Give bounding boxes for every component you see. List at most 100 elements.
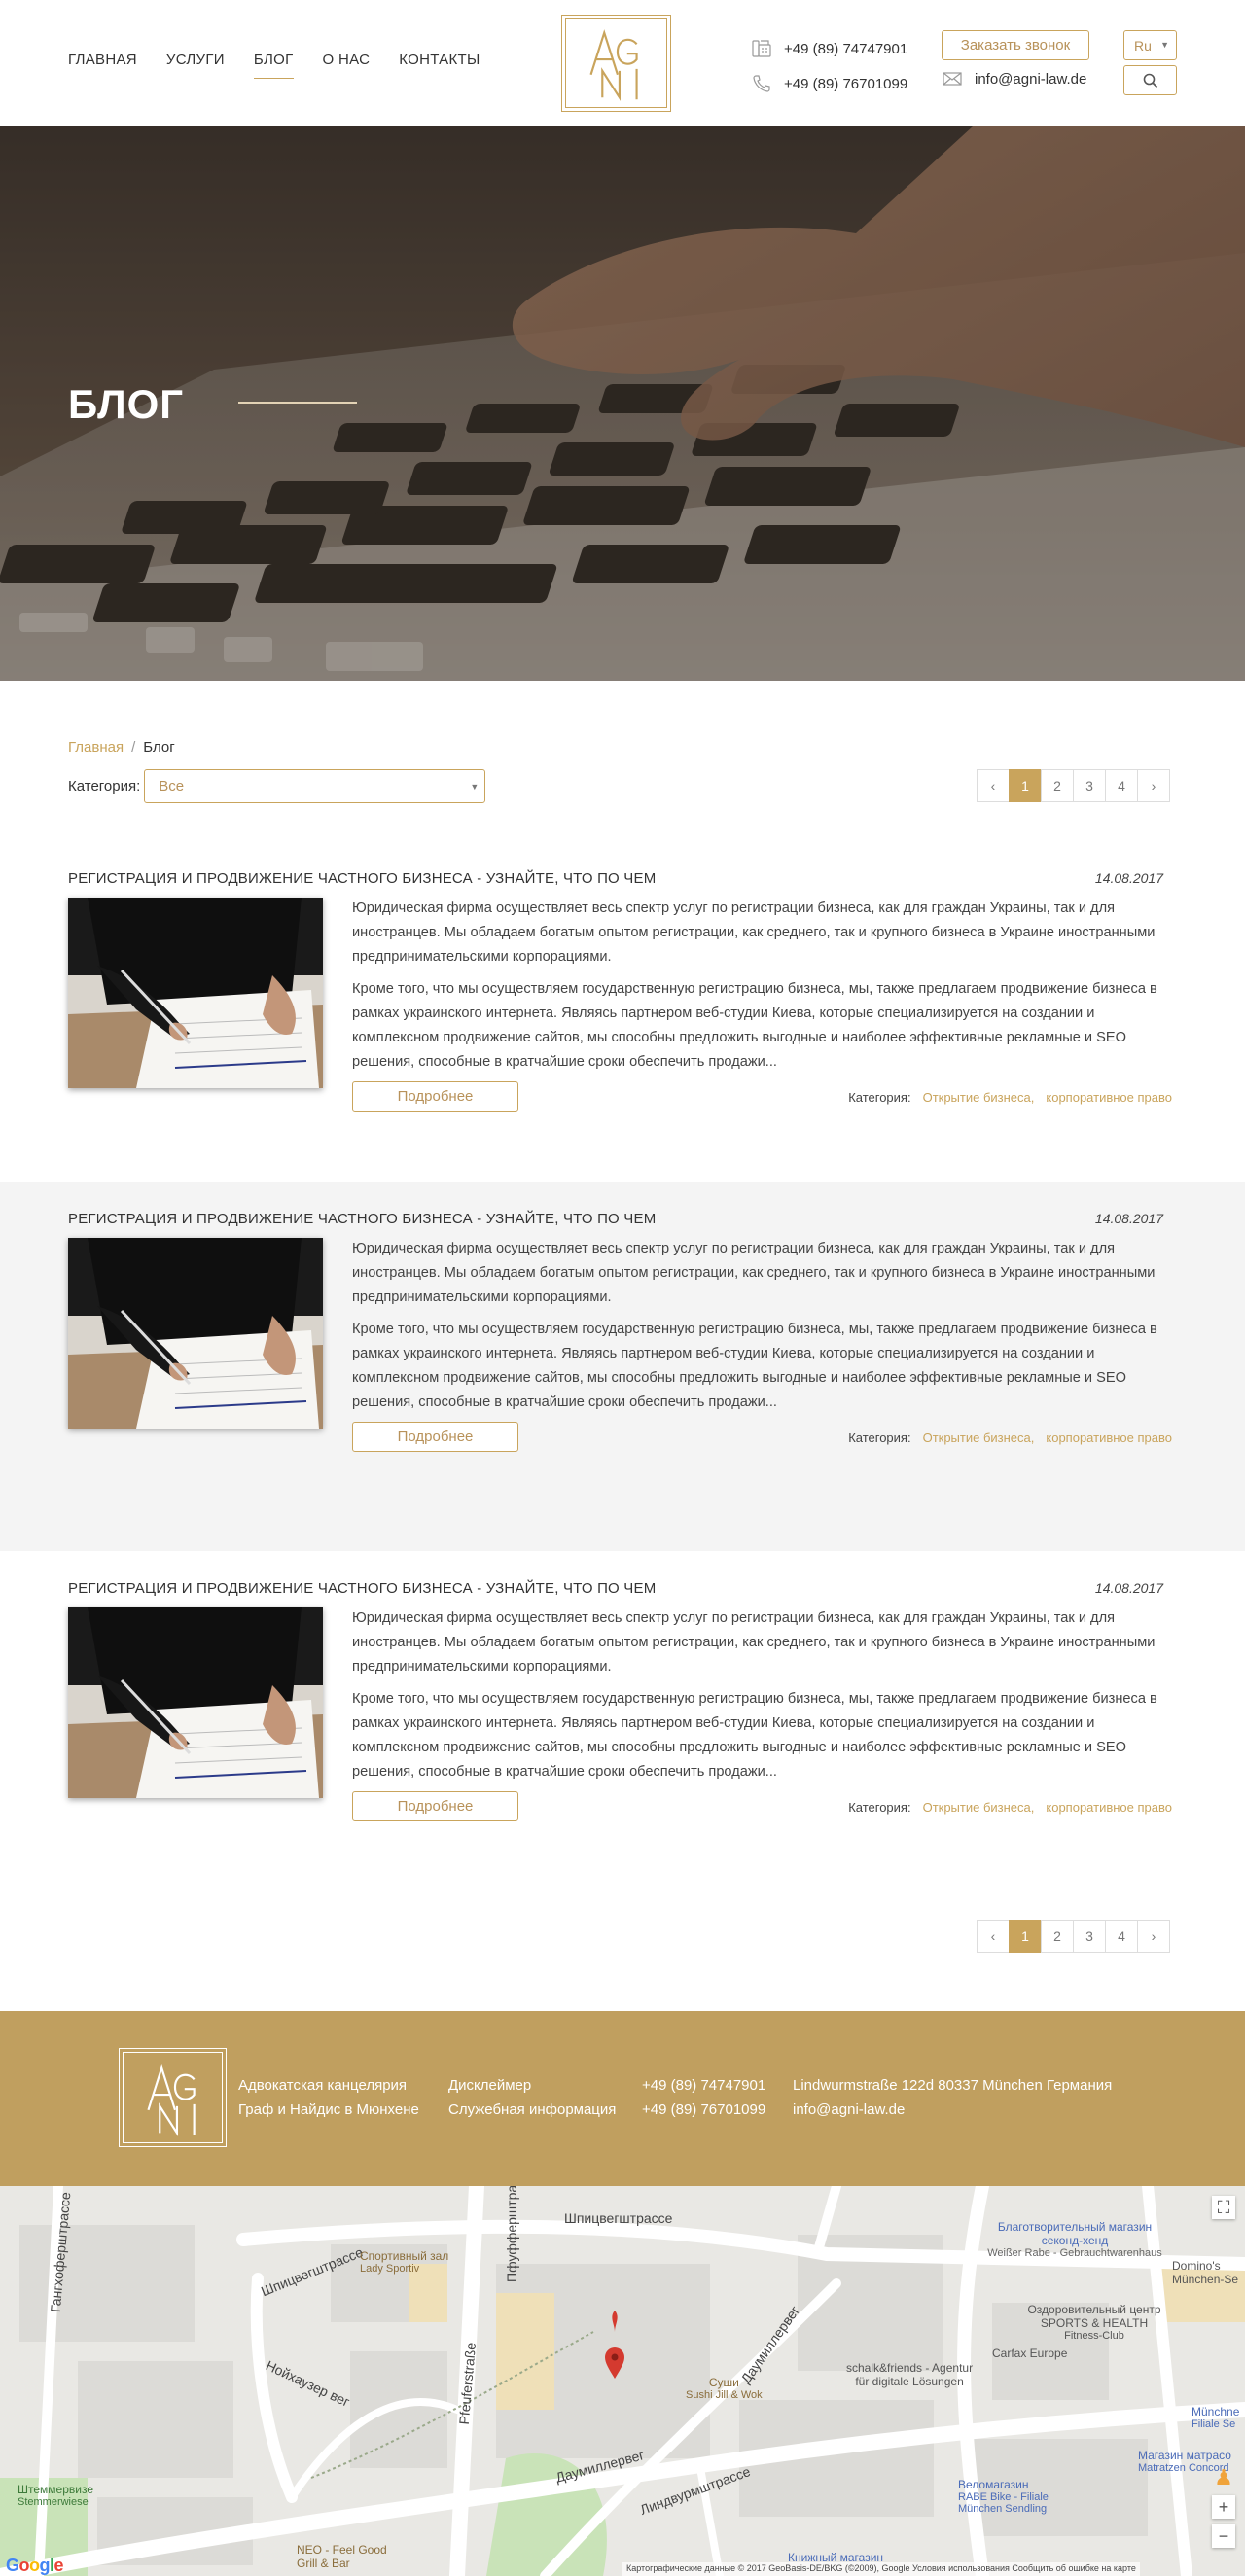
map-place[interactable]: Штеммервизе Stemmerwiese (18, 2483, 93, 2508)
read-more-button[interactable]: Подробнее (352, 1081, 518, 1112)
nav-about[interactable]: О НАС (323, 52, 371, 79)
map-place[interactable]: Веломагазин RABE Bike - Filiale München S… (958, 2478, 1075, 2515)
post-title[interactable]: РЕГИСТРАЦИЯ И ПРОДВИЖЕНИЕ ЧАСТНОГО БИЗНЕ… (68, 1211, 656, 1227)
pagination-top: ‹ 1 2 3 4 › (977, 769, 1170, 802)
footer-links: Дисклеймер Служебная информация (448, 2073, 616, 2122)
blog-post: РЕГИСТРАЦИЯ И ПРОДВИЖЕНИЕ ЧАСТНОГО БИЗНЕ… (0, 841, 1245, 1211)
nav-services[interactable]: УСЛУГИ (166, 52, 225, 79)
pagination-page-1[interactable]: 1 (1009, 1920, 1042, 1953)
phone-icon (753, 75, 770, 92)
nav-home[interactable]: ГЛАВНАЯ (68, 52, 137, 79)
post-category-link[interactable]: корпоративное право (1046, 1430, 1172, 1445)
footer-disclaimer-link[interactable]: Дисклеймер (448, 2073, 616, 2098)
map-place-subname: Stemmerwiese (18, 2496, 89, 2508)
zoom-out-button[interactable]: − (1212, 2524, 1235, 2548)
post-category-link[interactable]: Открытие бизнеса, (923, 1090, 1035, 1105)
post-date: 14.08.2017 (1094, 1580, 1163, 1596)
post-category-link[interactable]: корпоративное право (1046, 1800, 1172, 1815)
post-image[interactable] (68, 1238, 323, 1429)
map-place-name: Carfax Europe (992, 2347, 1068, 2360)
map-place[interactable]: NEO - Feel Good Grill & Bar (297, 2543, 387, 2570)
post-title[interactable]: РЕГИСТРАЦИЯ И ПРОДВИЖЕНИЕ ЧАСТНОГО БИЗНЕ… (68, 870, 656, 887)
header-email: info@agni-law.de (942, 68, 1086, 89)
breadcrumb: Главная / Блог (68, 739, 175, 756)
footer-service-info-link[interactable]: Служебная информация (448, 2098, 616, 2122)
street-view-icon[interactable]: ♟ (1212, 2465, 1235, 2489)
post-category-link[interactable]: Открытие бизнеса, (923, 1430, 1035, 1445)
post-categories: Категория: Открытие бизнеса, корпоративн… (848, 1800, 1172, 1815)
order-call-button[interactable]: Заказать звонок (942, 30, 1089, 60)
category-select[interactable]: Все ▼ (144, 769, 486, 803)
laptop-keyboard-image (0, 126, 1245, 681)
language-select[interactable]: Ru ▼ (1123, 30, 1177, 60)
nav-blog[interactable]: БЛОГ (253, 52, 294, 79)
pagination-next[interactable]: › (1137, 769, 1170, 802)
pagination-page-4[interactable]: 4 (1105, 769, 1138, 802)
pagination-next[interactable]: › (1137, 1920, 1170, 1953)
post-categories: Категория: Открытие бизнеса, корпоративн… (848, 1430, 1172, 1445)
post-paragraph: Юридическая фирма осуществляет весь спек… (352, 1241, 1156, 1305)
map-place[interactable]: Domino's München-Se (1172, 2259, 1238, 2286)
pagination-page-1[interactable]: 1 (1009, 769, 1042, 802)
caret-down-icon: ▼ (1160, 40, 1169, 50)
zoom-in-button[interactable]: + (1212, 2495, 1235, 2519)
map-place-subname: Weißer Rabe - Gebrauchtwarenhaus (987, 2247, 1162, 2259)
footer-phone-1[interactable]: +49 (89) 74747901 (642, 2073, 765, 2098)
post-image[interactable] (68, 1607, 323, 1798)
map-place[interactable]: Спортивный зал Lady Sportiv (360, 2249, 448, 2275)
read-more-button[interactable]: Подробнее (352, 1791, 518, 1821)
search-button[interactable] (1123, 65, 1177, 95)
pagination-prev[interactable]: ‹ (977, 1920, 1010, 1953)
post-category-link[interactable]: корпоративное право (1046, 1090, 1172, 1105)
post-excerpt: Юридическая фирма осуществляет весь спек… (352, 1237, 1179, 1423)
read-more-button[interactable]: Подробнее (352, 1422, 518, 1452)
main-nav: ГЛАВНАЯ УСЛУГИ БЛОГ О НАС КОНТАКТЫ (68, 52, 480, 79)
phone-1[interactable]: +49 (89) 74747901 (784, 41, 907, 57)
footer-email[interactable]: info@agni-law.de (793, 2098, 1112, 2122)
post-excerpt: Юридическая фирма осуществляет весь спек… (352, 897, 1179, 1082)
category-select-value: Все (159, 778, 185, 794)
post-date: 14.08.2017 (1094, 1211, 1163, 1226)
map-place[interactable]: Оздоровительный центр SPORTS & HEALTH Fit… (1021, 2303, 1167, 2342)
post-title[interactable]: РЕГИСТРАЦИЯ И ПРОДВИЖЕНИЕ ЧАСТНОГО БИЗНЕ… (68, 1580, 656, 1597)
map-place-subname: Sushi Jill & Wok (686, 2389, 763, 2401)
nav-contacts[interactable]: КОНТАКТЫ (399, 52, 480, 79)
footer-phone-2[interactable]: +49 (89) 76701099 (642, 2098, 765, 2122)
map-place-name: Суши (708, 2376, 739, 2389)
map-place-name: Штеммервизе (18, 2483, 93, 2496)
pagination-prev[interactable]: ‹ (977, 769, 1010, 802)
map-place-name: schalk&friends - Agentur (846, 2361, 974, 2375)
map-place-name: Domino's (1172, 2259, 1221, 2273)
pagination-page-3[interactable]: 3 (1073, 769, 1106, 802)
pagination-page-4[interactable]: 4 (1105, 1920, 1138, 1953)
site-logo[interactable] (561, 15, 671, 112)
blog-post: РЕГИСТРАЦИЯ И ПРОДВИЖЕНИЕ ЧАСТНОГО БИЗНЕ… (0, 1182, 1245, 1551)
pagination-page-2[interactable]: 2 (1041, 1920, 1074, 1953)
email-link[interactable]: info@agni-law.de (975, 71, 1086, 88)
breadcrumb-home[interactable]: Главная (68, 739, 124, 756)
map-place-subname: für digitale Lösungen (855, 2375, 964, 2388)
post-paragraph: Кроме того, что мы осуществляем государс… (352, 1691, 1157, 1780)
post-category-label: Категория: (848, 1090, 911, 1105)
logo-monogram (589, 29, 638, 101)
fullscreen-button[interactable]: ⛶ (1212, 2196, 1235, 2219)
map-place[interactable]: schalk&friends - Agentur für digitale Lös… (846, 2361, 973, 2388)
category-filter: Категория: Все ▼ (68, 769, 486, 803)
footer-logo[interactable] (119, 2048, 227, 2147)
map-place[interactable]: Münchne Filiale Se (1192, 2405, 1239, 2430)
map-place-name: Оздоровительный центр SPORTS & HEALTH (1027, 2303, 1161, 2330)
pagination-page-2[interactable]: 2 (1041, 769, 1074, 802)
pagination-page-3[interactable]: 3 (1073, 1920, 1106, 1953)
google-map[interactable]: Шпицвегштрассе Шпицвегштрассе Пфуфферштр… (0, 2186, 1245, 2576)
post-image[interactable] (68, 898, 323, 1088)
map-place[interactable]: Carfax Europe (992, 2347, 1067, 2360)
blog-post: РЕГИСТРАЦИЯ И ПРОДВИЖЕНИЕ ЧАСТНОГО БИЗНЕ… (0, 1551, 1245, 1921)
breadcrumb-separator: / (131, 739, 136, 756)
map-place[interactable]: Благотворительный магазин секонд-хенд Wei… (982, 2220, 1167, 2259)
post-category-link[interactable]: Открытие бизнеса, (923, 1800, 1035, 1815)
header-phones: +49 (89) 74747901 +49 (89) 76701099 (751, 31, 907, 101)
phone-2[interactable]: +49 (89) 76701099 (784, 76, 907, 92)
map-place[interactable]: Суши Sushi Jill & Wok (686, 2376, 763, 2401)
site-header: ГЛАВНАЯ УСЛУГИ БЛОГ О НАС КОНТАКТЫ +49 (… (0, 0, 1245, 126)
map-attribution[interactable]: Картографические данные © 2017 GeoBasis-… (622, 2562, 1140, 2576)
